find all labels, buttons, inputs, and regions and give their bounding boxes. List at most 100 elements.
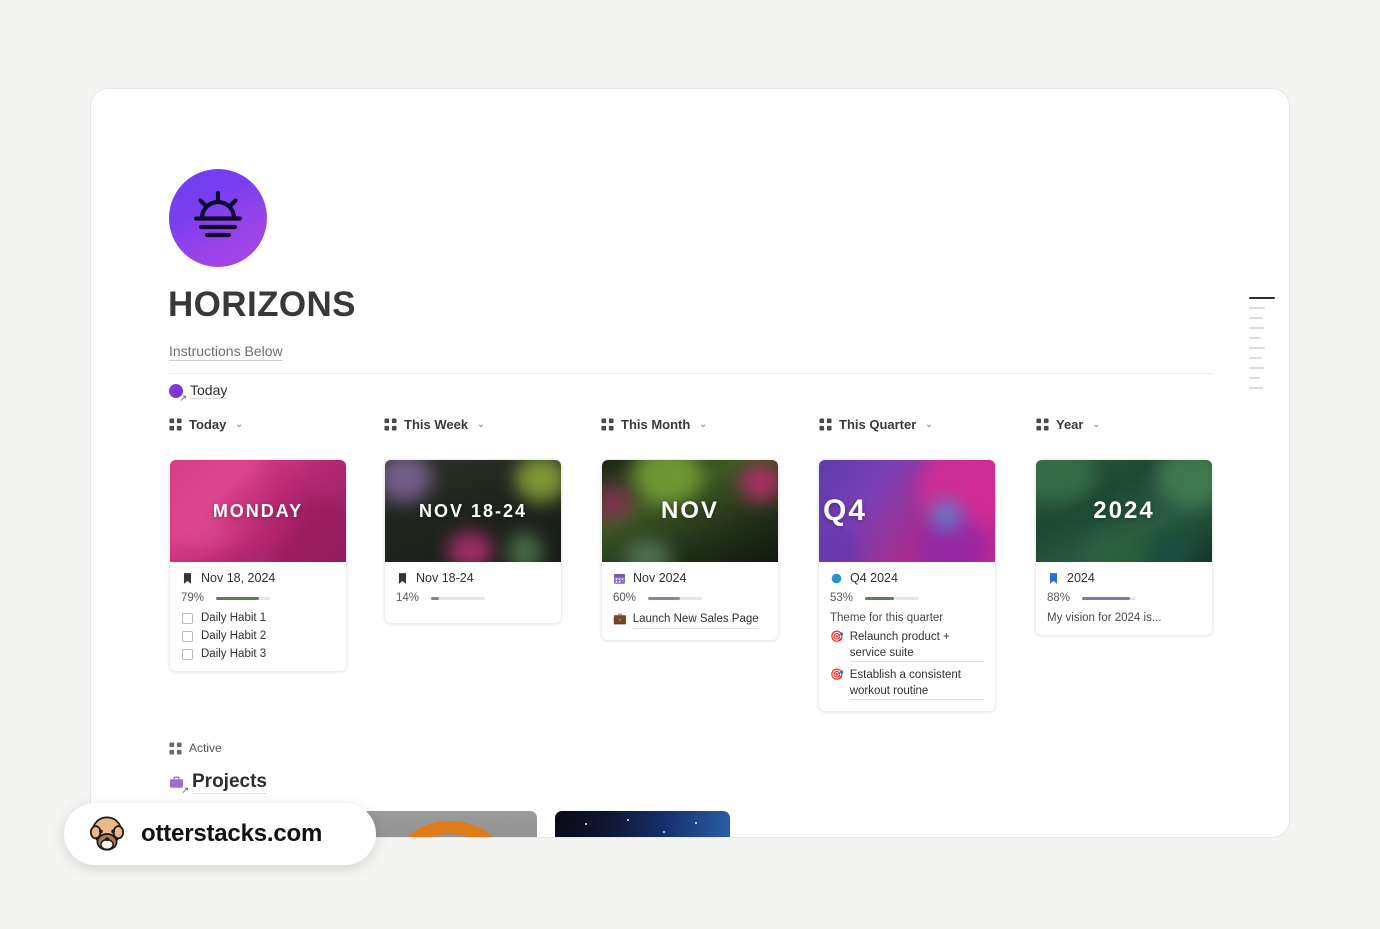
- outline-mark-active[interactable]: [1249, 297, 1275, 299]
- column-label: Today: [189, 417, 227, 432]
- card-cover-text: Q4: [823, 494, 868, 527]
- card-title: Q4 2024: [850, 571, 898, 585]
- progress-bar: [431, 596, 485, 600]
- chevron-down-icon[interactable]: ⌄: [699, 419, 707, 430]
- active-section-header[interactable]: Active: [169, 741, 222, 755]
- progress-row: 53%: [830, 592, 984, 604]
- project-thumbnail[interactable]: [362, 811, 537, 837]
- goal-label: Establish a consistent workout routine: [849, 668, 984, 701]
- page-icon-sunrise[interactable]: [169, 169, 267, 267]
- card-title-row: Nov 18, 2024: [181, 571, 335, 585]
- progress-row: 60%: [613, 592, 767, 604]
- checkbox[interactable]: [182, 648, 193, 660]
- gallery-grid-icon: [169, 418, 182, 431]
- today-linked-page[interactable]: Today: [169, 382, 228, 403]
- card-title: Nov 2024: [633, 571, 687, 585]
- card-title: Nov 18, 2024: [201, 571, 276, 585]
- outline-mark[interactable]: [1249, 387, 1263, 389]
- column-label: This Quarter: [839, 417, 917, 432]
- column-label: This Month: [621, 417, 691, 432]
- target-icon: 🎯: [830, 669, 844, 682]
- progress-bar: [865, 596, 919, 600]
- page-outline-indicator[interactable]: [1249, 297, 1275, 397]
- briefcase-icon: 💼: [613, 613, 627, 625]
- progress-row: 14%: [396, 592, 550, 604]
- card-today[interactable]: MONDAY Nov 18, 2024 79% Daily Habit 1 Da…: [169, 459, 347, 672]
- card-goal-item[interactable]: 🎯 Establish a consistent workout routine: [830, 668, 984, 701]
- chevron-down-icon[interactable]: ⌄: [477, 419, 485, 430]
- outline-mark[interactable]: [1249, 357, 1262, 359]
- watermark-badge[interactable]: otterstacks.com: [64, 803, 376, 865]
- card-title-row: Nov 2024: [613, 571, 767, 585]
- card-relation-link[interactable]: 💼 Launch New Sales Page: [613, 612, 767, 629]
- chevron-down-icon[interactable]: ⌄: [1092, 419, 1100, 430]
- checklist-item[interactable]: Daily Habit 3: [182, 648, 335, 660]
- progress-label: 60%: [613, 592, 637, 604]
- outline-mark[interactable]: [1249, 377, 1260, 379]
- outline-mark[interactable]: [1249, 347, 1265, 349]
- card-title: Nov 18-24: [416, 571, 474, 585]
- card-title-row: Q4 2024: [830, 571, 984, 585]
- screen: HORIZONS Instructions Below Today Today …: [0, 0, 1380, 929]
- card-this-month[interactable]: NOV Nov 2024 60% 💼 Launch New Sales Page: [601, 459, 779, 641]
- projects-linked-page[interactable]: ↗ Projects: [169, 771, 267, 795]
- bookmark-icon: [398, 572, 407, 584]
- card-cover-year: 2024: [1036, 460, 1212, 562]
- bookmark-icon: [183, 572, 192, 584]
- today-link-label: Today: [190, 382, 228, 399]
- outline-mark[interactable]: [1249, 367, 1264, 369]
- card-body-today: Nov 18, 2024 79% Daily Habit 1 Daily Hab…: [170, 562, 346, 671]
- active-label: Active: [189, 741, 222, 755]
- card-cover-this-month: NOV: [602, 460, 778, 562]
- card-body-year: 2024 88% My vision for 2024 is...: [1036, 562, 1212, 635]
- progress-row: 88%: [1047, 592, 1201, 604]
- card-this-week[interactable]: NOV 18-24 Nov 18-24 14%: [384, 459, 562, 624]
- column-header-today[interactable]: Today ⌄: [169, 417, 243, 432]
- checkbox[interactable]: [182, 612, 193, 624]
- checklist-item[interactable]: Daily Habit 1: [182, 612, 335, 624]
- instructions-link[interactable]: Instructions Below: [169, 343, 283, 361]
- goal-label: Relaunch product + service suite: [849, 630, 984, 663]
- progress-label: 53%: [830, 592, 854, 604]
- outline-mark[interactable]: [1249, 317, 1263, 319]
- card-cover-this-quarter: Q4: [819, 460, 995, 562]
- column-header-year[interactable]: Year ⌄: [1036, 417, 1100, 432]
- checklist-label: Daily Habit 3: [201, 648, 267, 660]
- projects-label: Projects: [192, 771, 267, 794]
- chevron-down-icon[interactable]: ⌄: [925, 419, 933, 430]
- progress-row: 79%: [181, 592, 335, 604]
- progress-label: 88%: [1047, 592, 1071, 604]
- card-cover-this-week: NOV 18-24: [385, 460, 561, 562]
- linked-page-icon: [169, 383, 187, 403]
- outline-mark[interactable]: [1249, 327, 1264, 329]
- outline-mark[interactable]: [1249, 337, 1261, 339]
- card-year[interactable]: 2024 2024 88% My vision for 2024 is...: [1035, 459, 1213, 636]
- progress-bar: [1082, 596, 1136, 600]
- bookmark-icon: [1049, 572, 1058, 584]
- card-this-quarter[interactable]: Q4 Q4 2024 53% Theme for this quarter 🎯 …: [818, 459, 996, 713]
- project-thumbnail[interactable]: [555, 811, 730, 837]
- card-body-this-week: Nov 18-24 14%: [385, 562, 561, 623]
- column-header-this-quarter[interactable]: This Quarter ⌄: [819, 417, 933, 432]
- column-header-this-month[interactable]: This Month ⌄: [601, 417, 707, 432]
- checklist-item[interactable]: Daily Habit 2: [182, 630, 335, 642]
- column-label: Year: [1056, 417, 1084, 432]
- year-note: My vision for 2024 is...: [1047, 612, 1162, 624]
- card-goal-item[interactable]: 🎯 Relaunch product + service suite: [830, 630, 984, 663]
- outline-mark[interactable]: [1249, 307, 1265, 309]
- calendar-icon: [613, 573, 626, 584]
- card-title-row: Nov 18-24: [396, 571, 550, 585]
- checkbox[interactable]: [182, 630, 193, 642]
- card-cover-text: 2024: [1093, 497, 1155, 524]
- gallery-grid-icon: [601, 418, 614, 431]
- chevron-down-icon[interactable]: ⌄: [235, 419, 243, 430]
- gallery-grid-icon: [169, 741, 182, 755]
- target-icon: 🎯: [830, 631, 844, 643]
- progress-bar: [216, 596, 270, 600]
- gallery-grid-icon: [384, 418, 397, 431]
- progress-label: 14%: [396, 592, 420, 604]
- card-cover-today: MONDAY: [170, 460, 346, 562]
- relation-label: Launch New Sales Page: [632, 612, 759, 629]
- column-header-this-week[interactable]: This Week ⌄: [384, 417, 485, 432]
- column-label: This Week: [404, 417, 469, 432]
